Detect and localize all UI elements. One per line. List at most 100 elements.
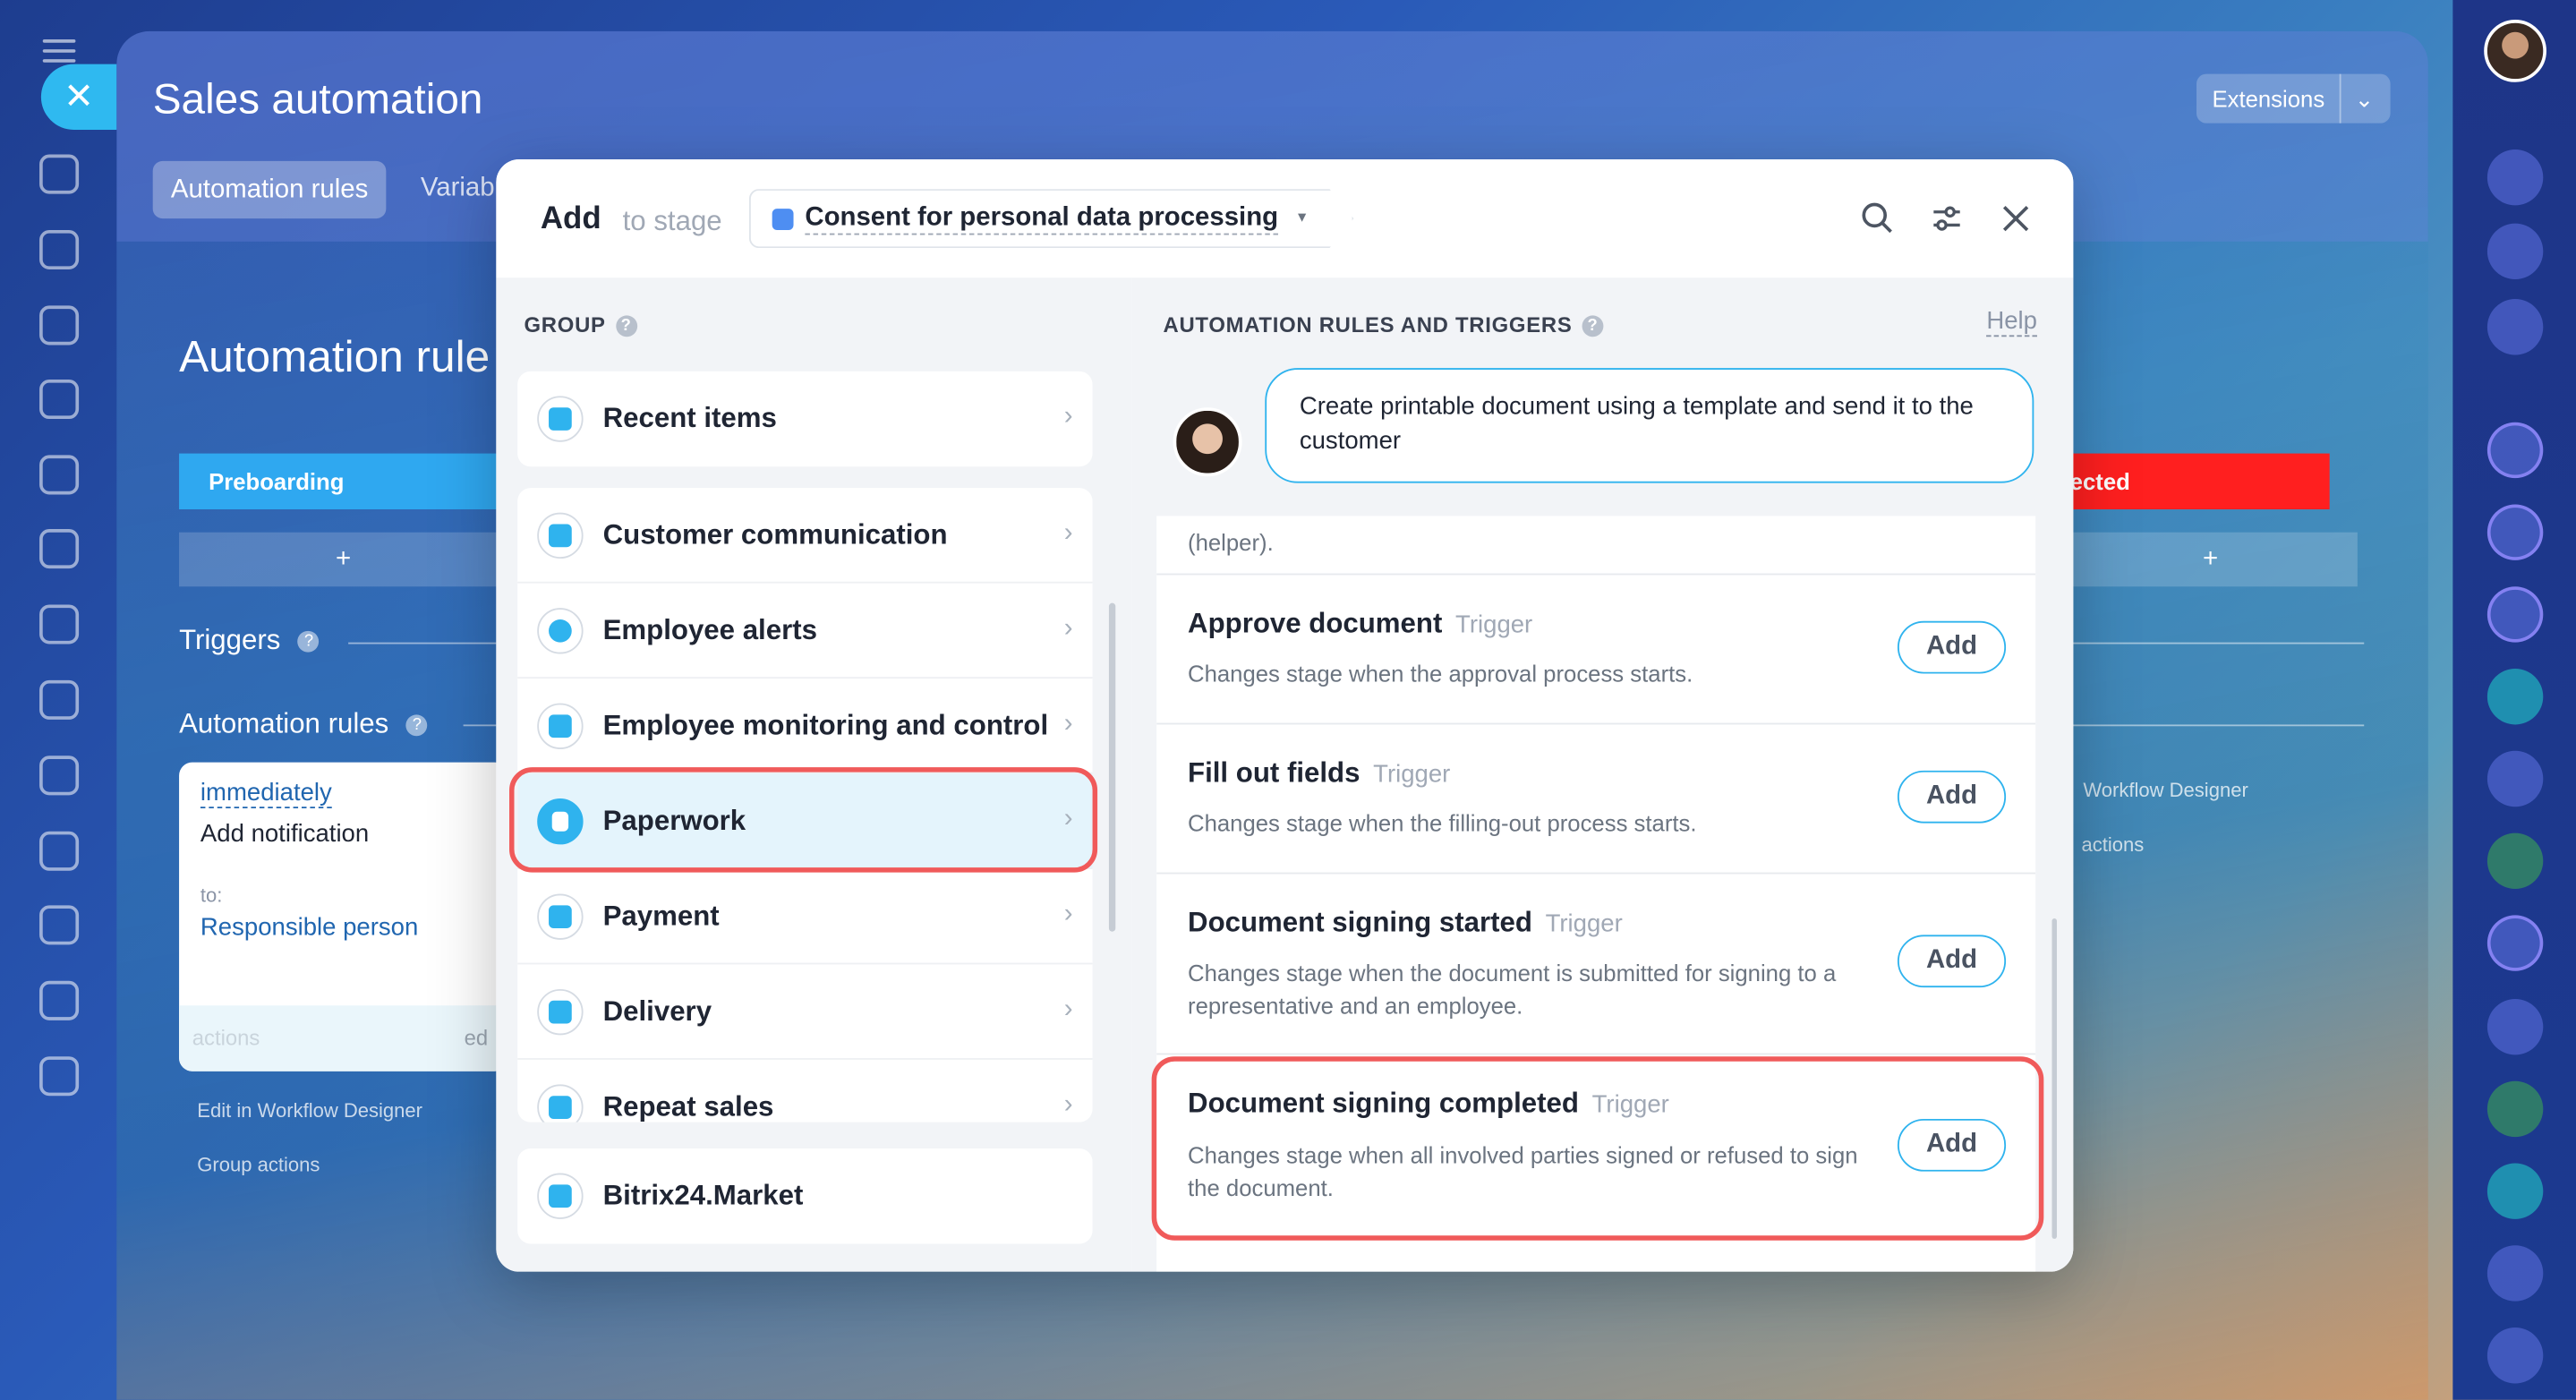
nav-box-icon[interactable]	[39, 1056, 80, 1097]
chevron-right-icon: ›	[1063, 1090, 1073, 1119]
group-item-market[interactable]: Bitrix24.Market	[517, 1148, 1092, 1243]
nav-target-icon[interactable]	[39, 529, 80, 569]
partial-desc: (helper).	[1188, 529, 1274, 556]
chevron-down-icon: ▾	[1298, 209, 1307, 227]
item-title: Approve document Trigger	[1188, 608, 1533, 639]
help-icon[interactable]: ?	[1582, 315, 1604, 337]
group-item-employee-monitoring[interactable]: Employee monitoring and control ›	[517, 679, 1093, 774]
truck-icon	[537, 988, 584, 1036]
nav-calendar-icon[interactable]	[39, 379, 80, 420]
filter-settings-icon[interactable]	[1929, 201, 1965, 236]
group-item-label: Payment	[602, 900, 720, 932]
group-actions-link-right[interactable]: actions	[2082, 833, 2145, 857]
user-avatar[interactable]	[2484, 20, 2546, 82]
help-icon[interactable]: ?	[298, 630, 320, 653]
group-item-payment[interactable]: Payment ›	[517, 869, 1093, 965]
task-icon[interactable]	[2486, 669, 2544, 725]
extensions-button[interactable]: Extensions ⌄	[2196, 73, 2391, 124]
edit-workflow-link[interactable]: Edit in Workflow Designer	[197, 1099, 422, 1123]
menu-icon[interactable]	[42, 39, 76, 63]
nav-sales-icon[interactable]	[39, 305, 80, 346]
item-desc: Changes stage when the approval process …	[1188, 660, 1693, 687]
add-rule-button-right[interactable]: +	[2063, 532, 2358, 587]
rule-name: Add notification	[200, 819, 370, 849]
group-item-label: Delivery	[602, 995, 712, 1028]
recent-group-card: Recent items ›	[517, 371, 1093, 467]
contact-avatar[interactable]	[2486, 504, 2544, 560]
group-item-recent[interactable]: Recent items ›	[517, 371, 1092, 466]
search-icon[interactable]	[1860, 201, 1896, 236]
group-item-label: Repeat sales	[602, 1090, 774, 1123]
list-item-fill-out-fields: Fill out fields Trigger Changes stage whe…	[1156, 724, 2036, 875]
group-item-repeat-sales[interactable]: Repeat sales ›	[517, 1060, 1092, 1123]
cart-icon	[537, 1084, 584, 1123]
add-rule-button[interactable]: +	[179, 532, 508, 587]
rule-to-label: to:	[200, 884, 223, 908]
group-actions-link[interactable]: Group actions	[197, 1153, 320, 1176]
tab-variables[interactable]: Variab	[421, 175, 495, 204]
help-icon[interactable]: ?	[405, 714, 428, 737]
stage-color-dot	[772, 209, 794, 230]
add-button[interactable]: Add	[1897, 935, 2007, 988]
add-button[interactable]: Add	[1897, 770, 2007, 824]
chevron-right-icon: ›	[1063, 402, 1073, 431]
nav-news-icon[interactable]	[39, 980, 80, 1020]
chevron-right-icon: ›	[1063, 900, 1073, 929]
task-icon[interactable]	[2486, 1163, 2544, 1219]
dialog-header: Add to stage Consent for personal data p…	[496, 159, 2074, 278]
rule-actions-link[interactable]: actions	[192, 1025, 260, 1050]
nav-shop-icon[interactable]	[39, 604, 80, 645]
contact-avatar[interactable]	[2486, 1245, 2544, 1302]
stage-selector[interactable]: Consent for personal data processing ▾	[748, 189, 1354, 249]
nav-analytics-icon[interactable]	[39, 905, 80, 945]
history-icon	[537, 396, 584, 442]
rule-timing[interactable]: immediately	[200, 779, 332, 809]
rules-panel: AUTOMATION RULES AND TRIGGERS? Help Crea…	[1131, 277, 2074, 1272]
item-title: Document signing started Trigger	[1188, 907, 1623, 939]
group-item-delivery[interactable]: Delivery ›	[517, 964, 1093, 1060]
add-button[interactable]: Add	[1897, 620, 2007, 674]
chat-search-icon[interactable]	[2486, 299, 2544, 355]
highlight-signing-completed	[1151, 1056, 2044, 1241]
wallet-icon	[537, 893, 584, 940]
help-icon[interactable]: ?	[615, 315, 637, 337]
close-icon[interactable]	[1998, 201, 2034, 236]
chat-icon	[537, 512, 584, 559]
contact-avatar[interactable]	[2486, 1327, 2544, 1384]
nav-docs-icon[interactable]	[39, 755, 80, 796]
group-scrollbar[interactable]	[1108, 602, 1116, 932]
contact-icon[interactable]	[2486, 422, 2544, 479]
rule-edit-link[interactable]: ed	[465, 1025, 489, 1050]
nav-sign-icon[interactable]	[39, 831, 80, 871]
task-icon[interactable]	[2486, 832, 2544, 889]
nav-tasks-icon[interactable]	[39, 229, 80, 270]
rules-scrollbar[interactable]	[2051, 918, 2057, 1239]
group-item-employee-alerts[interactable]: Employee alerts ›	[517, 584, 1093, 679]
section-title: Automation rule	[179, 331, 490, 381]
chevron-down-icon: ⌄	[2340, 73, 2374, 124]
rule-card[interactable]: immediately Add notification to: Respons…	[179, 762, 508, 1071]
contact-icon[interactable]	[2486, 915, 2544, 971]
nav-crm-icon[interactable]	[39, 154, 80, 194]
rule-recipient[interactable]: Responsible person	[200, 914, 418, 942]
contact-avatar[interactable]	[2486, 998, 2544, 1055]
copilot-icon[interactable]	[2486, 223, 2544, 280]
extensions-label: Extensions	[2212, 85, 2325, 112]
divider	[463, 724, 497, 727]
stage-preboarding[interactable]: Preboarding	[179, 453, 508, 509]
close-slider-button[interactable]: ✕	[40, 64, 117, 131]
nav-storage-icon[interactable]	[39, 455, 80, 495]
contact-icon[interactable]	[2486, 586, 2544, 643]
task-icon[interactable]	[2486, 1080, 2544, 1138]
list-item-approve-document: Approve document Trigger Changes stage wh…	[1156, 575, 2036, 725]
nav-robot-icon[interactable]	[39, 679, 80, 720]
help-link[interactable]: Help	[1986, 307, 2037, 337]
tab-automation-rules[interactable]: Automation rules	[152, 160, 387, 219]
group-item-customer-communication[interactable]: Customer communication ›	[517, 488, 1093, 584]
contact-avatar[interactable]	[2486, 750, 2544, 807]
divider	[2063, 642, 2365, 645]
edit-workflow-link-right[interactable]: Workflow Designer	[2083, 779, 2248, 802]
bell-icon[interactable]	[2486, 149, 2544, 206]
stage-rejected[interactable]: ected	[2063, 453, 2330, 509]
people-icon	[537, 703, 584, 749]
